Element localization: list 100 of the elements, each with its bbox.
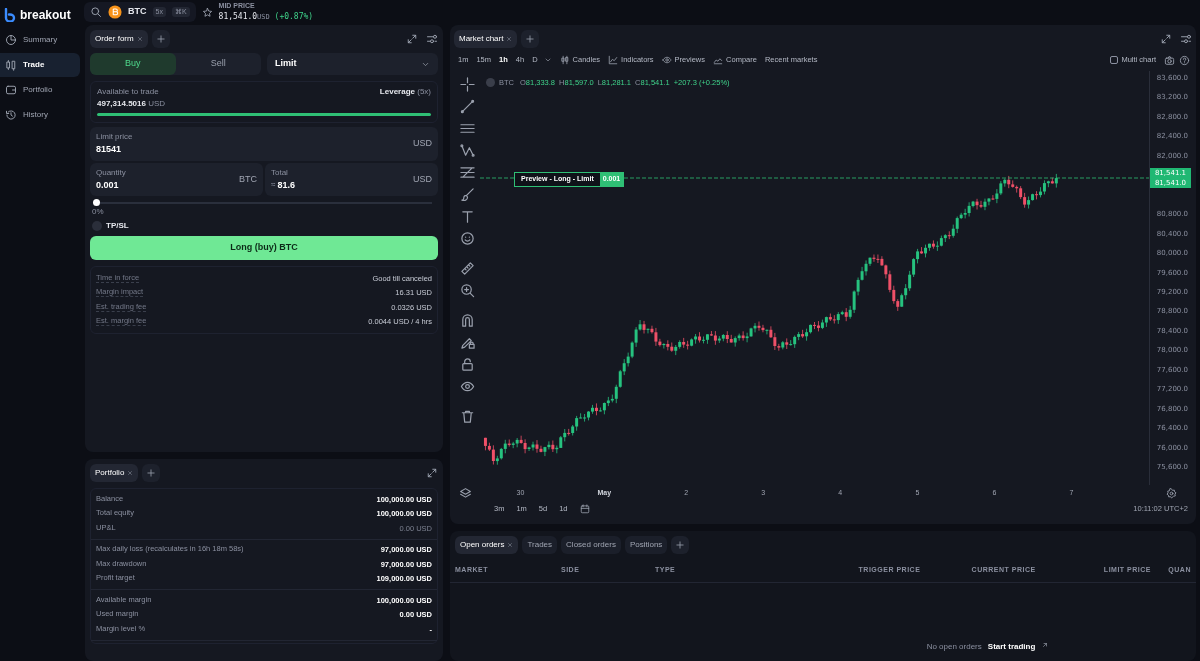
coin-icon bbox=[486, 78, 495, 88]
camera-icon bbox=[1164, 54, 1175, 66]
sidebar-item[interactable]: History bbox=[0, 103, 80, 127]
plus-icon bbox=[155, 34, 166, 44]
smiley-icon[interactable] bbox=[459, 231, 475, 246]
sidebar-item[interactable]: Portfolio bbox=[0, 78, 80, 102]
available-label: Available to trade bbox=[97, 86, 160, 98]
orders-tab[interactable]: Open orders bbox=[455, 536, 519, 554]
expand-icon bbox=[1160, 33, 1172, 45]
brand-name[interactable]: breakout bbox=[20, 6, 71, 24]
input-field[interactable]: 81541 bbox=[96, 143, 186, 157]
settings-icon bbox=[1180, 33, 1192, 45]
market-symbol: BTC bbox=[128, 5, 147, 19]
sidebar-item[interactable]: Summary bbox=[0, 28, 80, 52]
order-type-select[interactable]: Limit bbox=[267, 53, 438, 75]
panel-tab[interactable]: Portfolio bbox=[90, 464, 139, 482]
unit-label: BTC bbox=[239, 172, 257, 186]
checkbox[interactable] bbox=[1110, 56, 1119, 64]
orders-tab[interactable]: Trades bbox=[522, 536, 558, 554]
settings-button[interactable] bbox=[1180, 33, 1192, 45]
checkbox-label: TP/SL bbox=[106, 220, 129, 232]
orders-tab[interactable]: Closed orders bbox=[561, 536, 621, 554]
field-label: Limit price bbox=[96, 131, 134, 143]
input-field[interactable]: 81.6 bbox=[277, 178, 368, 192]
crosshair-icon[interactable] bbox=[459, 77, 475, 92]
tpsl-checkbox[interactable] bbox=[92, 221, 102, 231]
compare-icon bbox=[713, 55, 724, 65]
available-amount: 497,314.5016 bbox=[97, 99, 146, 108]
screenshot-button[interactable] bbox=[1164, 54, 1175, 66]
magnet-icon[interactable] bbox=[459, 313, 475, 328]
brush-icon[interactable] bbox=[459, 187, 475, 202]
pencil-lock-icon[interactable] bbox=[459, 335, 475, 350]
mid-price: 81,541.0 bbox=[218, 12, 258, 22]
text-tool-icon[interactable] bbox=[459, 209, 475, 224]
empty-message: No open orders bbox=[926, 640, 982, 653]
currency-label: USD bbox=[147, 99, 166, 108]
price-change: (+0.87%) bbox=[273, 12, 314, 22]
help-icon bbox=[1179, 54, 1190, 66]
panel-tab[interactable]: Market chart bbox=[454, 30, 518, 48]
leverage-label: Leverage bbox=[379, 87, 415, 96]
approx-sign: ≈ bbox=[271, 179, 276, 192]
logo-icon bbox=[4, 8, 17, 22]
plus-icon bbox=[675, 540, 686, 550]
eye-icon bbox=[661, 55, 672, 65]
expand-button[interactable] bbox=[406, 33, 418, 45]
settings-button[interactable] bbox=[426, 33, 438, 45]
side-tab[interactable]: Sell bbox=[175, 53, 261, 75]
close-icon bbox=[136, 36, 143, 42]
side-tab[interactable]: Buy bbox=[90, 53, 176, 75]
coin-icon bbox=[108, 5, 122, 19]
layers-icon[interactable] bbox=[459, 486, 472, 500]
slider-thumb[interactable] bbox=[93, 199, 100, 206]
unit-label: USD bbox=[413, 172, 432, 186]
date-range-button[interactable] bbox=[579, 504, 590, 514]
ruler-icon[interactable] bbox=[459, 261, 475, 276]
plus-icon bbox=[146, 468, 157, 478]
interval-dropdown[interactable] bbox=[543, 56, 552, 64]
chart-icon bbox=[5, 34, 17, 46]
zoom-in-icon[interactable] bbox=[459, 283, 475, 298]
calendar-icon bbox=[579, 504, 590, 514]
expand-icon bbox=[426, 467, 438, 479]
settings-icon bbox=[426, 33, 438, 45]
search-icon bbox=[90, 6, 102, 18]
candles-icon bbox=[5, 59, 17, 71]
candles-icon bbox=[559, 55, 570, 65]
close-icon bbox=[507, 542, 514, 548]
chevron-icon bbox=[543, 56, 552, 64]
history-icon bbox=[5, 109, 17, 121]
close-icon bbox=[506, 36, 513, 42]
eye-icon[interactable] bbox=[459, 379, 475, 394]
field-label: Total bbox=[271, 166, 289, 179]
slider-reading: 0% bbox=[92, 206, 105, 218]
unit-label: USD bbox=[413, 137, 432, 150]
line-chart-icon bbox=[608, 55, 619, 65]
gear-icon bbox=[1165, 487, 1177, 499]
plus-icon bbox=[525, 34, 536, 44]
leverage-value: (5x) bbox=[416, 87, 431, 96]
horizontal-lines-icon[interactable] bbox=[459, 121, 475, 136]
panel-tab[interactable]: Order form bbox=[90, 30, 148, 48]
field-label: Quantity bbox=[96, 166, 127, 179]
wallet-icon bbox=[5, 84, 17, 96]
sidebar-item[interactable]: Trade bbox=[0, 53, 80, 77]
lock-icon[interactable] bbox=[459, 357, 475, 372]
expand-button[interactable] bbox=[426, 467, 438, 479]
close-icon bbox=[127, 470, 134, 476]
pattern-icon[interactable] bbox=[459, 143, 475, 158]
submit-button[interactable]: Long (buy) BTC bbox=[90, 236, 438, 260]
orders-tab[interactable]: Positions bbox=[624, 536, 668, 554]
fibonacci-icon[interactable] bbox=[459, 165, 475, 180]
help-button[interactable] bbox=[1179, 54, 1190, 66]
expand-button[interactable] bbox=[1160, 33, 1172, 45]
external-link-icon bbox=[1041, 640, 1050, 649]
star-icon bbox=[201, 6, 213, 18]
trash-icon[interactable] bbox=[459, 409, 475, 424]
favorite-button[interactable] bbox=[201, 6, 213, 18]
start-trading-link[interactable]: Start trading bbox=[987, 640, 1036, 653]
expand-icon bbox=[406, 33, 418, 45]
input-field[interactable]: 0.001 bbox=[96, 178, 186, 192]
trend-line-icon[interactable] bbox=[459, 99, 475, 114]
add-tab-button[interactable] bbox=[671, 536, 690, 554]
